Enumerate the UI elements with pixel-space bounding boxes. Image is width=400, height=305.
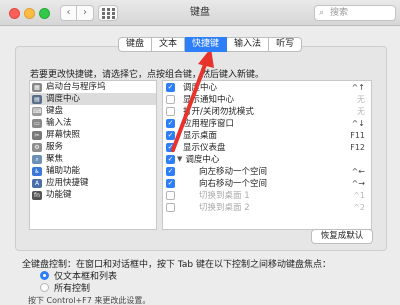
accessibility-icon: ♿: [32, 166, 42, 176]
function-keys-icon: fn: [32, 190, 42, 200]
category-label: 服务: [46, 142, 64, 152]
shortcut-name: 切换到桌面 2: [199, 203, 250, 213]
shortcut-group-row[interactable]: ✓ ▼ 调度中心: [163, 153, 371, 165]
screenshot-icon: ✂: [32, 130, 42, 140]
category-label: 功能键: [46, 190, 72, 200]
shortcut-row[interactable]: ✓ 向右移动一个空间 ^→: [163, 177, 371, 189]
category-label: 聚焦: [46, 154, 64, 164]
category-label: 输入法: [46, 118, 72, 128]
category-item-services[interactable]: ⚙ 服务: [30, 141, 156, 153]
radio-button[interactable]: [40, 283, 49, 292]
radio-all-controls[interactable]: 所有控制: [40, 281, 90, 294]
shortcut-list: ✓ 调度中心 ^↑ ✓ 显示通知中心 无 ✓ 打开/关闭勿扰模式 无 ✓ 应用程…: [162, 80, 372, 230]
category-item-spotlight[interactable]: ⌕ 聚焦: [30, 153, 156, 165]
shortcut-name: 显示仪表盘: [183, 143, 226, 153]
shortcut-row[interactable]: ✓ 应用程序窗口 ^↓: [163, 117, 371, 129]
category-item-screenshot[interactable]: ✂ 屏幕快照: [30, 129, 156, 141]
shortcut-key[interactable]: ^2: [353, 203, 365, 212]
shortcut-checkbox[interactable]: ✓: [166, 106, 175, 116]
shortcut-checkbox[interactable]: ✓: [166, 118, 175, 128]
shortcut-key[interactable]: 无: [357, 94, 365, 105]
shortcut-name: 向左移动一个空间: [199, 167, 268, 177]
category-list: ▦ 启动台与程序坞 ▤ 调度中心 ⌨ 键盘 ▭ 输入法 ✂ 屏幕快照 ⚙ 服务 …: [29, 80, 157, 230]
radio-button-selected[interactable]: [40, 271, 49, 280]
category-label: 调度中心: [46, 94, 81, 104]
shortcut-row[interactable]: ✓ 切换到桌面 2 ^2: [163, 201, 371, 213]
restore-defaults-button[interactable]: 恢复成默认: [311, 229, 373, 244]
tab-text[interactable]: 文本: [152, 37, 186, 52]
shortcut-name: 显示桌面: [183, 131, 218, 141]
shortcut-checkbox[interactable]: ✓: [166, 190, 175, 200]
shortcut-checkbox[interactable]: ✓: [166, 82, 175, 92]
disclosure-triangle-icon[interactable]: ▼: [177, 155, 182, 163]
category-label: 启动台与程序坞: [46, 82, 106, 92]
shortcut-row[interactable]: ✓ 打开/关闭勿扰模式 无: [163, 105, 371, 117]
shortcut-name: 调度中心: [185, 155, 220, 165]
shortcut-key[interactable]: ^→: [352, 179, 365, 188]
shortcut-checkbox[interactable]: ✓: [166, 154, 175, 164]
shortcut-name: 切换到桌面 1: [199, 191, 250, 201]
keyboard-icon: ⌨: [32, 106, 42, 116]
category-item-app-shortcuts[interactable]: A 应用快捷键: [30, 177, 156, 189]
shortcut-key[interactable]: ^↓: [352, 119, 365, 128]
shortcut-name: 打开/关闭勿扰模式: [183, 107, 254, 117]
category-item-keyboard[interactable]: ⌨ 键盘: [30, 105, 156, 117]
radio-label: 所有控制: [54, 284, 91, 294]
tab-input-sources[interactable]: 输入法: [227, 37, 270, 52]
category-item-accessibility[interactable]: ♿ 辅助功能: [30, 165, 156, 177]
search-placeholder: 搜索: [330, 8, 349, 18]
category-item-input-method[interactable]: ▭ 输入法: [30, 117, 156, 129]
shortcut-row[interactable]: ✓ 显示仪表盘 F12: [163, 141, 371, 153]
shortcut-checkbox[interactable]: ✓: [166, 142, 175, 152]
app-shortcuts-icon: A: [32, 178, 42, 188]
instruction-text: 若要更改快捷键，请选择它，点按组合键，然后键入新键。: [30, 70, 265, 80]
shortcut-key[interactable]: F12: [350, 143, 365, 152]
footnote-text: 按下 Control+F7 来更改此设置。: [28, 296, 151, 305]
shortcut-key[interactable]: 无: [357, 106, 365, 117]
shortcut-checkbox[interactable]: ✓: [166, 166, 175, 176]
input-method-icon: ▭: [32, 118, 42, 128]
shortcut-name: 调度中心: [183, 83, 218, 93]
mission-control-icon: ▤: [32, 94, 42, 104]
shortcut-row[interactable]: ✓ 向左移动一个空间 ^←: [163, 165, 371, 177]
search-icon: ⌕: [319, 8, 325, 18]
gear-icon: ⚙: [32, 142, 42, 152]
shortcut-key[interactable]: ^1: [353, 191, 365, 200]
shortcut-name: 应用程序窗口: [183, 119, 235, 129]
shortcut-row[interactable]: ✓ 调度中心 ^↑: [163, 81, 371, 93]
shortcut-key[interactable]: ^↑: [352, 83, 365, 92]
category-item-function-keys[interactable]: fn 功能键: [30, 189, 156, 201]
category-label: 辅助功能: [46, 166, 81, 176]
category-label: 键盘: [46, 106, 64, 116]
shortcut-checkbox[interactable]: ✓: [166, 130, 175, 140]
category-item-mission-control[interactable]: ▤ 调度中心: [30, 93, 156, 105]
shortcut-row[interactable]: ✓ 显示通知中心 无: [163, 93, 371, 105]
shortcut-name: 向右移动一个空间: [199, 179, 268, 189]
shortcut-checkbox[interactable]: ✓: [166, 202, 175, 212]
launchpad-icon: ▦: [32, 82, 42, 92]
shortcut-row[interactable]: ✓ 显示桌面 F11: [163, 129, 371, 141]
shortcut-checkbox[interactable]: ✓: [166, 94, 175, 104]
shortcut-checkbox[interactable]: ✓: [166, 178, 175, 188]
search-input[interactable]: ⌕ 搜索: [314, 5, 396, 21]
spotlight-icon: ⌕: [32, 154, 42, 164]
shortcut-key[interactable]: F11: [350, 131, 365, 140]
shortcut-key[interactable]: ^←: [352, 167, 365, 176]
tab-bar: 键盘 文本 快捷键 输入法 听写: [118, 37, 303, 52]
tab-shortcuts[interactable]: 快捷键: [185, 37, 228, 52]
category-item-launchpad[interactable]: ▦ 启动台与程序坞: [30, 81, 156, 93]
shortcut-row[interactable]: ✓ 切换到桌面 1 ^1: [163, 189, 371, 201]
tab-dictation[interactable]: 听写: [269, 37, 303, 52]
category-label: 应用快捷键: [46, 178, 89, 188]
shortcut-name: 显示通知中心: [183, 95, 235, 105]
category-label: 屏幕快照: [46, 130, 81, 140]
tab-keyboard[interactable]: 键盘: [118, 37, 153, 52]
